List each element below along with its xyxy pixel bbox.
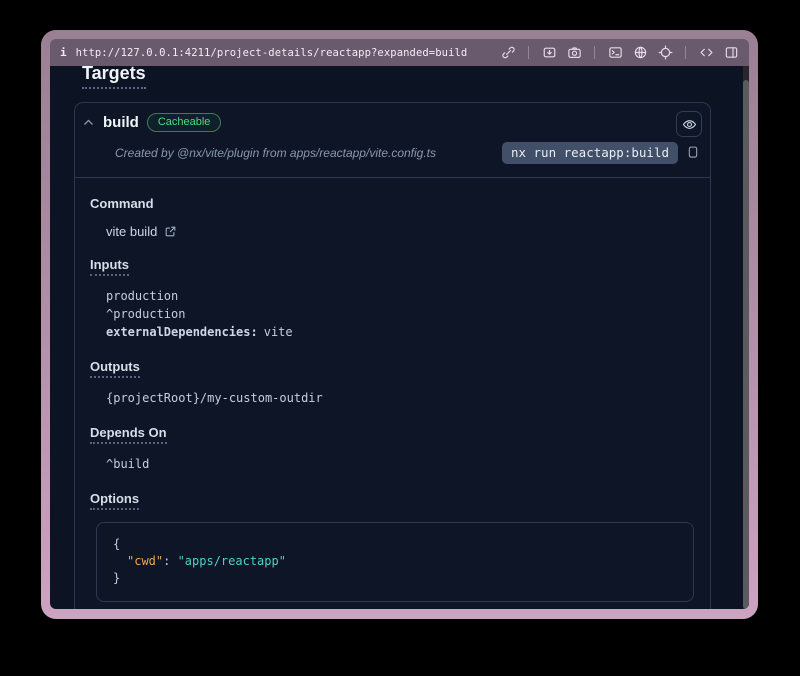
command-label: Command: [90, 196, 154, 211]
toolbar-divider: [528, 46, 529, 59]
json-close-brace: }: [113, 570, 677, 587]
browser-window: i http://127.0.0.1:4211/project-details/…: [41, 30, 758, 619]
depends-on-item: ^build: [106, 455, 696, 473]
outputs-section: Outputs {projectRoot}/my-custom-outdir: [90, 358, 696, 407]
json-separator: :: [163, 554, 177, 568]
project-details-content: Targets build Cacheable Create: [50, 66, 743, 609]
browser-toolbar: i http://127.0.0.1:4211/project-details/…: [50, 39, 749, 66]
output-item: {projectRoot}/my-custom-outdir: [106, 389, 696, 407]
target-card-build: build Cacheable Created by @nx/vite/plug…: [74, 102, 711, 609]
input-item: production: [106, 287, 696, 305]
eye-icon: [682, 117, 697, 132]
cacheable-badge: Cacheable: [147, 113, 222, 132]
screencast-icon[interactable]: [541, 45, 557, 61]
json-value: "apps/reactapp": [178, 554, 286, 568]
link-icon[interactable]: [500, 45, 516, 61]
source-code-icon[interactable]: [698, 45, 714, 61]
input-item: ^production: [106, 305, 696, 323]
build-toggle-row[interactable]: build Cacheable: [82, 113, 702, 132]
page-viewport: Targets build Cacheable Create: [50, 66, 749, 609]
page-scrollbar[interactable]: [743, 66, 749, 609]
target-name: build: [103, 114, 139, 131]
external-link-icon[interactable]: [164, 225, 178, 239]
globe-icon[interactable]: [632, 45, 648, 61]
json-cwd-line: "cwd": "apps/reactapp": [113, 553, 677, 570]
run-command-chip[interactable]: nx run reactapp:build: [502, 142, 678, 164]
inputs-section: Inputs production ^production externalDe…: [90, 256, 696, 341]
toolbar-divider: [685, 46, 686, 59]
build-card-header: build Cacheable Created by @nx/vite/plug…: [75, 103, 710, 178]
inputs-label[interactable]: Inputs: [90, 257, 129, 276]
split-panel-icon[interactable]: [723, 45, 739, 61]
external-deps-key: externalDependencies:: [106, 325, 258, 339]
created-by-row: Created by @nx/vite/plugin from apps/rea…: [82, 142, 702, 164]
depends-on-label[interactable]: Depends On: [90, 425, 167, 444]
copy-icon[interactable]: [686, 145, 702, 161]
depends-on-section: Depends On ^build: [90, 424, 696, 473]
external-deps-value: vite: [264, 325, 293, 339]
scrollbar-thumb[interactable]: [743, 80, 749, 609]
options-label[interactable]: Options: [90, 491, 139, 510]
info-icon: i: [60, 46, 67, 59]
address-bar[interactable]: http://127.0.0.1:4211/project-details/re…: [76, 47, 468, 59]
command-value: vite build: [106, 224, 157, 239]
command-section: Command vite build: [90, 195, 696, 239]
view-target-graph-button[interactable]: [676, 111, 702, 137]
chevron-up-icon: [82, 116, 95, 129]
camera-icon[interactable]: [566, 45, 582, 61]
options-section: Options { "cwd": "apps/reactapp" }: [90, 490, 696, 602]
input-item-external-deps: externalDependencies: vite: [106, 323, 696, 341]
terminal-icon[interactable]: [607, 45, 623, 61]
build-card-body: Command vite build Inputs: [75, 178, 710, 609]
options-json-block: { "cwd": "apps/reactapp" }: [96, 522, 694, 602]
pick-locator-icon[interactable]: [657, 45, 673, 61]
json-key: "cwd": [127, 554, 163, 568]
json-open-brace: {: [113, 536, 677, 553]
toolbar-actions: [500, 45, 739, 61]
targets-heading[interactable]: Targets: [82, 66, 146, 89]
toolbar-divider: [594, 46, 595, 59]
outputs-label[interactable]: Outputs: [90, 359, 140, 378]
created-by-text: Created by @nx/vite/plugin from apps/rea…: [115, 146, 502, 160]
